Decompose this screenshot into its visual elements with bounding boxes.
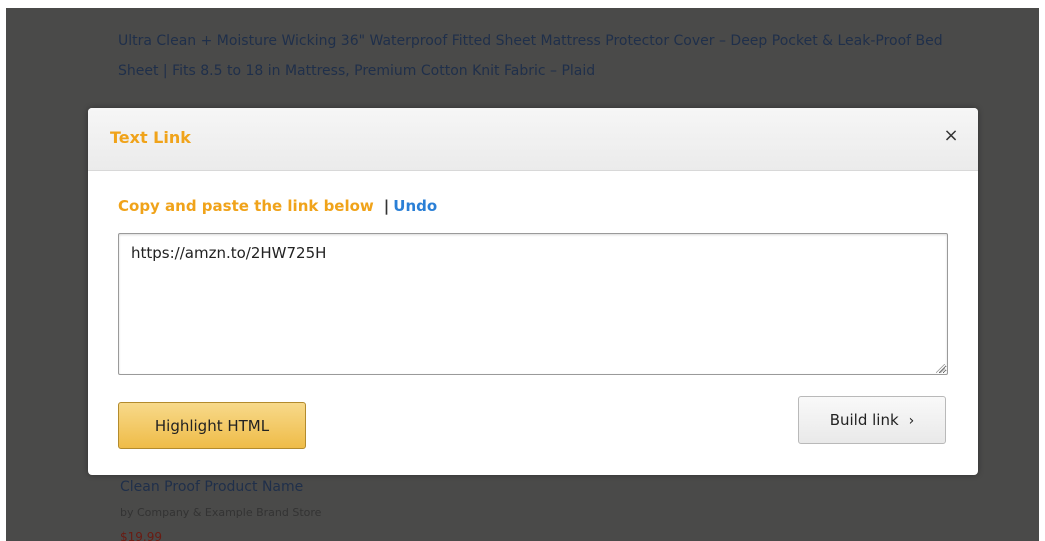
- build-link-label: Build link: [829, 411, 899, 429]
- instruction-text: Copy and paste the link below: [118, 197, 374, 215]
- undo-link[interactable]: Undo: [393, 197, 437, 215]
- highlight-html-button[interactable]: Highlight HTML: [118, 402, 306, 449]
- background-product-title: Ultra Clean + Moisture Wicking 36" Water…: [118, 33, 943, 79]
- resize-grip-icon[interactable]: [936, 364, 945, 373]
- text-link-modal: Text Link × Copy and paste the link belo…: [88, 108, 978, 475]
- link-textarea[interactable]: https://amzn.to/2HW725H: [118, 233, 948, 375]
- chevron-right-icon: ›: [908, 413, 915, 429]
- modal-header: Text Link ×: [88, 108, 978, 171]
- close-icon[interactable]: ×: [941, 126, 961, 146]
- separator: |: [383, 197, 390, 215]
- instruction-row: Copy and paste the link below | Undo: [118, 197, 437, 215]
- modal-title: Text Link: [110, 128, 191, 147]
- build-link-button[interactable]: Build link ›: [798, 396, 946, 444]
- background-bottom-price: $19.99: [120, 530, 162, 541]
